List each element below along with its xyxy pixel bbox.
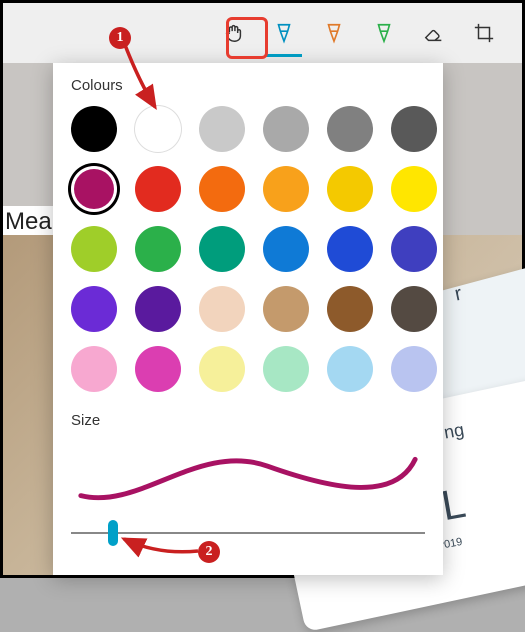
- colour-swatch[interactable]: [199, 346, 245, 392]
- highlighter-tool-icon: [373, 22, 395, 44]
- hand-tool-icon: [223, 22, 245, 44]
- colour-swatch[interactable]: [391, 286, 437, 332]
- colour-swatch[interactable]: [71, 226, 117, 272]
- colour-swatch[interactable]: [391, 226, 437, 272]
- annotation-callout-2: 2: [198, 541, 220, 563]
- colour-swatch[interactable]: [327, 346, 373, 392]
- colour-swatch[interactable]: [327, 166, 373, 212]
- crop-tool-icon: [473, 22, 495, 44]
- colour-swatch[interactable]: [71, 346, 117, 392]
- highlighter-tool[interactable]: [366, 15, 402, 51]
- colour-swatch[interactable]: [263, 346, 309, 392]
- colour-swatch[interactable]: [391, 106, 437, 152]
- size-label: Size: [71, 412, 425, 429]
- colour-swatch[interactable]: [135, 166, 181, 212]
- colour-swatch[interactable]: [263, 286, 309, 332]
- colour-swatch[interactable]: [135, 286, 181, 332]
- annotation-callout-1: 1: [109, 27, 131, 49]
- hand-tool[interactable]: [216, 15, 252, 51]
- colour-swatch[interactable]: [263, 106, 309, 152]
- eraser-tool[interactable]: [416, 15, 452, 51]
- pen-tool-icon: [273, 22, 295, 44]
- colour-swatch[interactable]: [71, 106, 117, 152]
- colour-swatch-grid: [71, 106, 425, 392]
- markup-toolbar: [3, 3, 522, 63]
- pencil-tool-icon: [323, 22, 345, 44]
- eraser-tool-icon: [423, 22, 445, 44]
- pencil-tool[interactable]: [316, 15, 352, 51]
- colour-swatch[interactable]: [263, 166, 309, 212]
- stroke-preview-icon: [71, 441, 425, 511]
- size-preview: [71, 441, 425, 511]
- size-slider[interactable]: [71, 521, 425, 545]
- colours-label: Colours: [71, 77, 425, 94]
- slider-thumb[interactable]: [108, 520, 118, 546]
- crop-tool[interactable]: [466, 15, 502, 51]
- pen-tool[interactable]: [266, 15, 302, 51]
- colour-swatch[interactable]: [327, 106, 373, 152]
- colour-swatch[interactable]: [199, 106, 245, 152]
- app-frame: Mea r ng EL ?019 Colours Size 1 2: [0, 0, 525, 578]
- background-text-fragment: Mea: [3, 206, 58, 238]
- colour-swatch[interactable]: [327, 286, 373, 332]
- colour-swatch[interactable]: [391, 346, 437, 392]
- colour-swatch[interactable]: [71, 286, 117, 332]
- colour-swatch[interactable]: [135, 106, 181, 152]
- background-text-fragment: ng: [442, 419, 465, 443]
- colour-swatch[interactable]: [135, 346, 181, 392]
- colour-swatch[interactable]: [199, 166, 245, 212]
- colour-swatch[interactable]: [199, 286, 245, 332]
- colour-swatch[interactable]: [199, 226, 245, 272]
- colour-swatch[interactable]: [391, 166, 437, 212]
- colour-swatch[interactable]: [263, 226, 309, 272]
- colour-swatch[interactable]: [135, 226, 181, 272]
- colour-swatch[interactable]: [327, 226, 373, 272]
- colour-swatch[interactable]: [71, 166, 117, 212]
- slider-track: [71, 532, 425, 534]
- pen-options-popover: Colours Size: [53, 63, 443, 575]
